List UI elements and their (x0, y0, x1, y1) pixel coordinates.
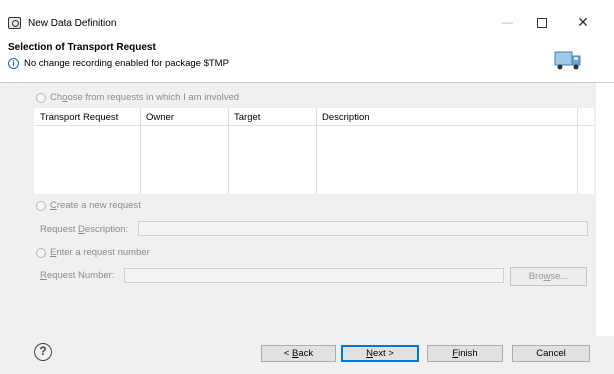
next-button[interactable]: Next > (341, 345, 419, 362)
column-divider[interactable] (228, 108, 229, 194)
window-titlebar: New Data Definition — ✕ (0, 0, 614, 38)
transport-truck-icon (554, 51, 581, 70)
column-divider[interactable] (316, 108, 317, 194)
create-request-label: Create a new request (50, 200, 141, 211)
page-title: Selection of Transport Request (8, 42, 156, 53)
requests-table[interactable]: Transport Request Owner Target Descripti… (34, 108, 594, 194)
cancel-button[interactable]: Cancel (512, 345, 590, 362)
column-header-description[interactable]: Description (322, 112, 370, 123)
request-number-input[interactable] (124, 268, 504, 283)
choose-request-label: Choose from requests in which I am invol… (50, 92, 240, 103)
browse-button[interactable]: Browse... (510, 267, 587, 286)
radio-icon[interactable] (36, 247, 46, 258)
table-body[interactable] (34, 126, 594, 194)
header-message-text: No change recording enabled for package … (24, 58, 229, 69)
request-number-label: Request Number: (40, 270, 115, 281)
column-divider[interactable] (577, 108, 578, 194)
create-request-radio[interactable]: Create a new request (36, 200, 141, 211)
column-header-target[interactable]: Target (234, 112, 260, 123)
eclipse-app-icon (8, 17, 21, 29)
column-header-owner[interactable]: Owner (146, 112, 174, 123)
back-button[interactable]: < Back (261, 345, 336, 362)
request-description-input[interactable] (138, 221, 588, 236)
wizard-header: Selection of Transport Request i No chan… (0, 38, 614, 83)
radio-icon[interactable] (36, 200, 46, 211)
choose-request-radio[interactable]: Choose from requests in which I am invol… (36, 92, 239, 103)
window-title: New Data Definition (28, 18, 117, 29)
minimize-icon[interactable]: — (497, 14, 517, 30)
table-header: Transport Request Owner Target Descripti… (34, 108, 594, 126)
column-divider[interactable] (140, 108, 141, 194)
column-header-transport-request[interactable]: Transport Request (40, 112, 118, 123)
radio-icon[interactable] (36, 92, 46, 103)
finish-button[interactable]: Finish (427, 345, 503, 362)
close-icon[interactable]: ✕ (573, 14, 593, 30)
enter-request-number-radio[interactable]: Enter a request number (36, 247, 150, 258)
header-message: i No change recording enabled for packag… (8, 58, 229, 69)
enter-request-number-label: Enter a request number (50, 247, 150, 258)
request-description-label: Request Description: (40, 224, 129, 235)
maximize-icon[interactable] (532, 14, 552, 30)
help-icon[interactable]: ? (34, 343, 52, 361)
info-icon: i (8, 58, 19, 69)
